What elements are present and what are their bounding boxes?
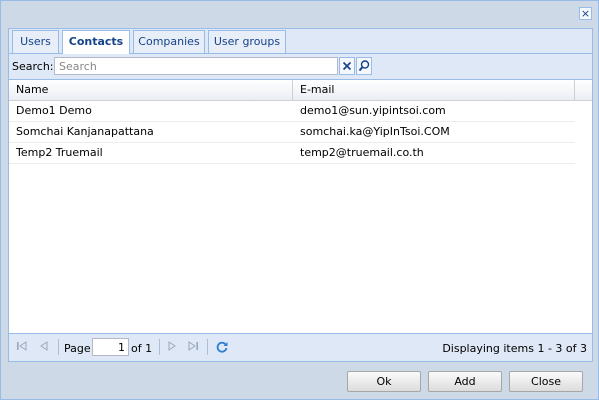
page-number-input[interactable] xyxy=(92,338,129,356)
name-cell: Temp2 Truemail xyxy=(16,146,103,159)
search-toolbar: Search: xyxy=(9,54,592,80)
column-header-name[interactable]: Name xyxy=(9,80,293,100)
first-page-icon[interactable] xyxy=(15,340,29,354)
grid-header: Name E-mail xyxy=(9,80,592,101)
email-cell: demo1@sun.yipintsoi.com xyxy=(300,104,446,117)
table-row[interactable]: Demo1 Demo demo1@sun.yipintsoi.com xyxy=(9,101,575,122)
tab-strip: Users Contacts Companies User groups xyxy=(9,29,592,54)
last-page-icon[interactable] xyxy=(186,340,200,354)
tab-contacts[interactable]: Contacts xyxy=(62,30,130,54)
prev-page-icon[interactable] xyxy=(37,340,51,354)
separator xyxy=(207,339,208,355)
separator xyxy=(159,339,160,355)
contacts-grid: Demo1 Demo demo1@sun.yipintsoi.com Somch… xyxy=(9,101,592,164)
page-label: Page xyxy=(64,342,91,355)
add-button[interactable]: Add xyxy=(428,371,502,392)
table-row[interactable]: Temp2 Truemail temp2@truemail.co.th xyxy=(9,143,575,164)
search-input[interactable] xyxy=(54,57,338,75)
close-icon[interactable]: × xyxy=(579,7,592,20)
tab-users[interactable]: Users xyxy=(12,30,59,53)
tab-user-groups[interactable]: User groups xyxy=(208,30,286,53)
close-button[interactable]: Close xyxy=(509,371,583,392)
next-page-icon[interactable] xyxy=(165,340,179,354)
separator xyxy=(58,339,59,355)
paging-toolbar: Page of 1 Displaying items 1 - 3 of 3 xyxy=(9,333,592,361)
email-cell: somchai.ka@YipInTsoi.COM xyxy=(300,125,450,138)
name-cell: Demo1 Demo xyxy=(16,104,92,117)
page-count-label: of 1 xyxy=(131,342,153,355)
magnifier-icon[interactable] xyxy=(356,57,372,75)
paging-status: Displaying items 1 - 3 of 3 xyxy=(442,342,587,355)
clear-search-icon[interactable] xyxy=(339,57,355,75)
contacts-panel: Users Contacts Companies User groups Sea… xyxy=(8,28,593,362)
search-label: Search: xyxy=(12,60,54,73)
contacts-dialog: × Users Contacts Companies User groups S… xyxy=(0,0,599,400)
tab-companies[interactable]: Companies xyxy=(133,30,205,53)
column-header-email[interactable]: E-mail xyxy=(293,80,575,100)
refresh-icon[interactable] xyxy=(215,340,229,354)
name-cell: Somchai Kanjanapattana xyxy=(16,125,154,138)
ok-button[interactable]: Ok xyxy=(347,371,421,392)
table-row[interactable]: Somchai Kanjanapattana somchai.ka@YipInT… xyxy=(9,122,575,143)
email-cell: temp2@truemail.co.th xyxy=(300,146,424,159)
